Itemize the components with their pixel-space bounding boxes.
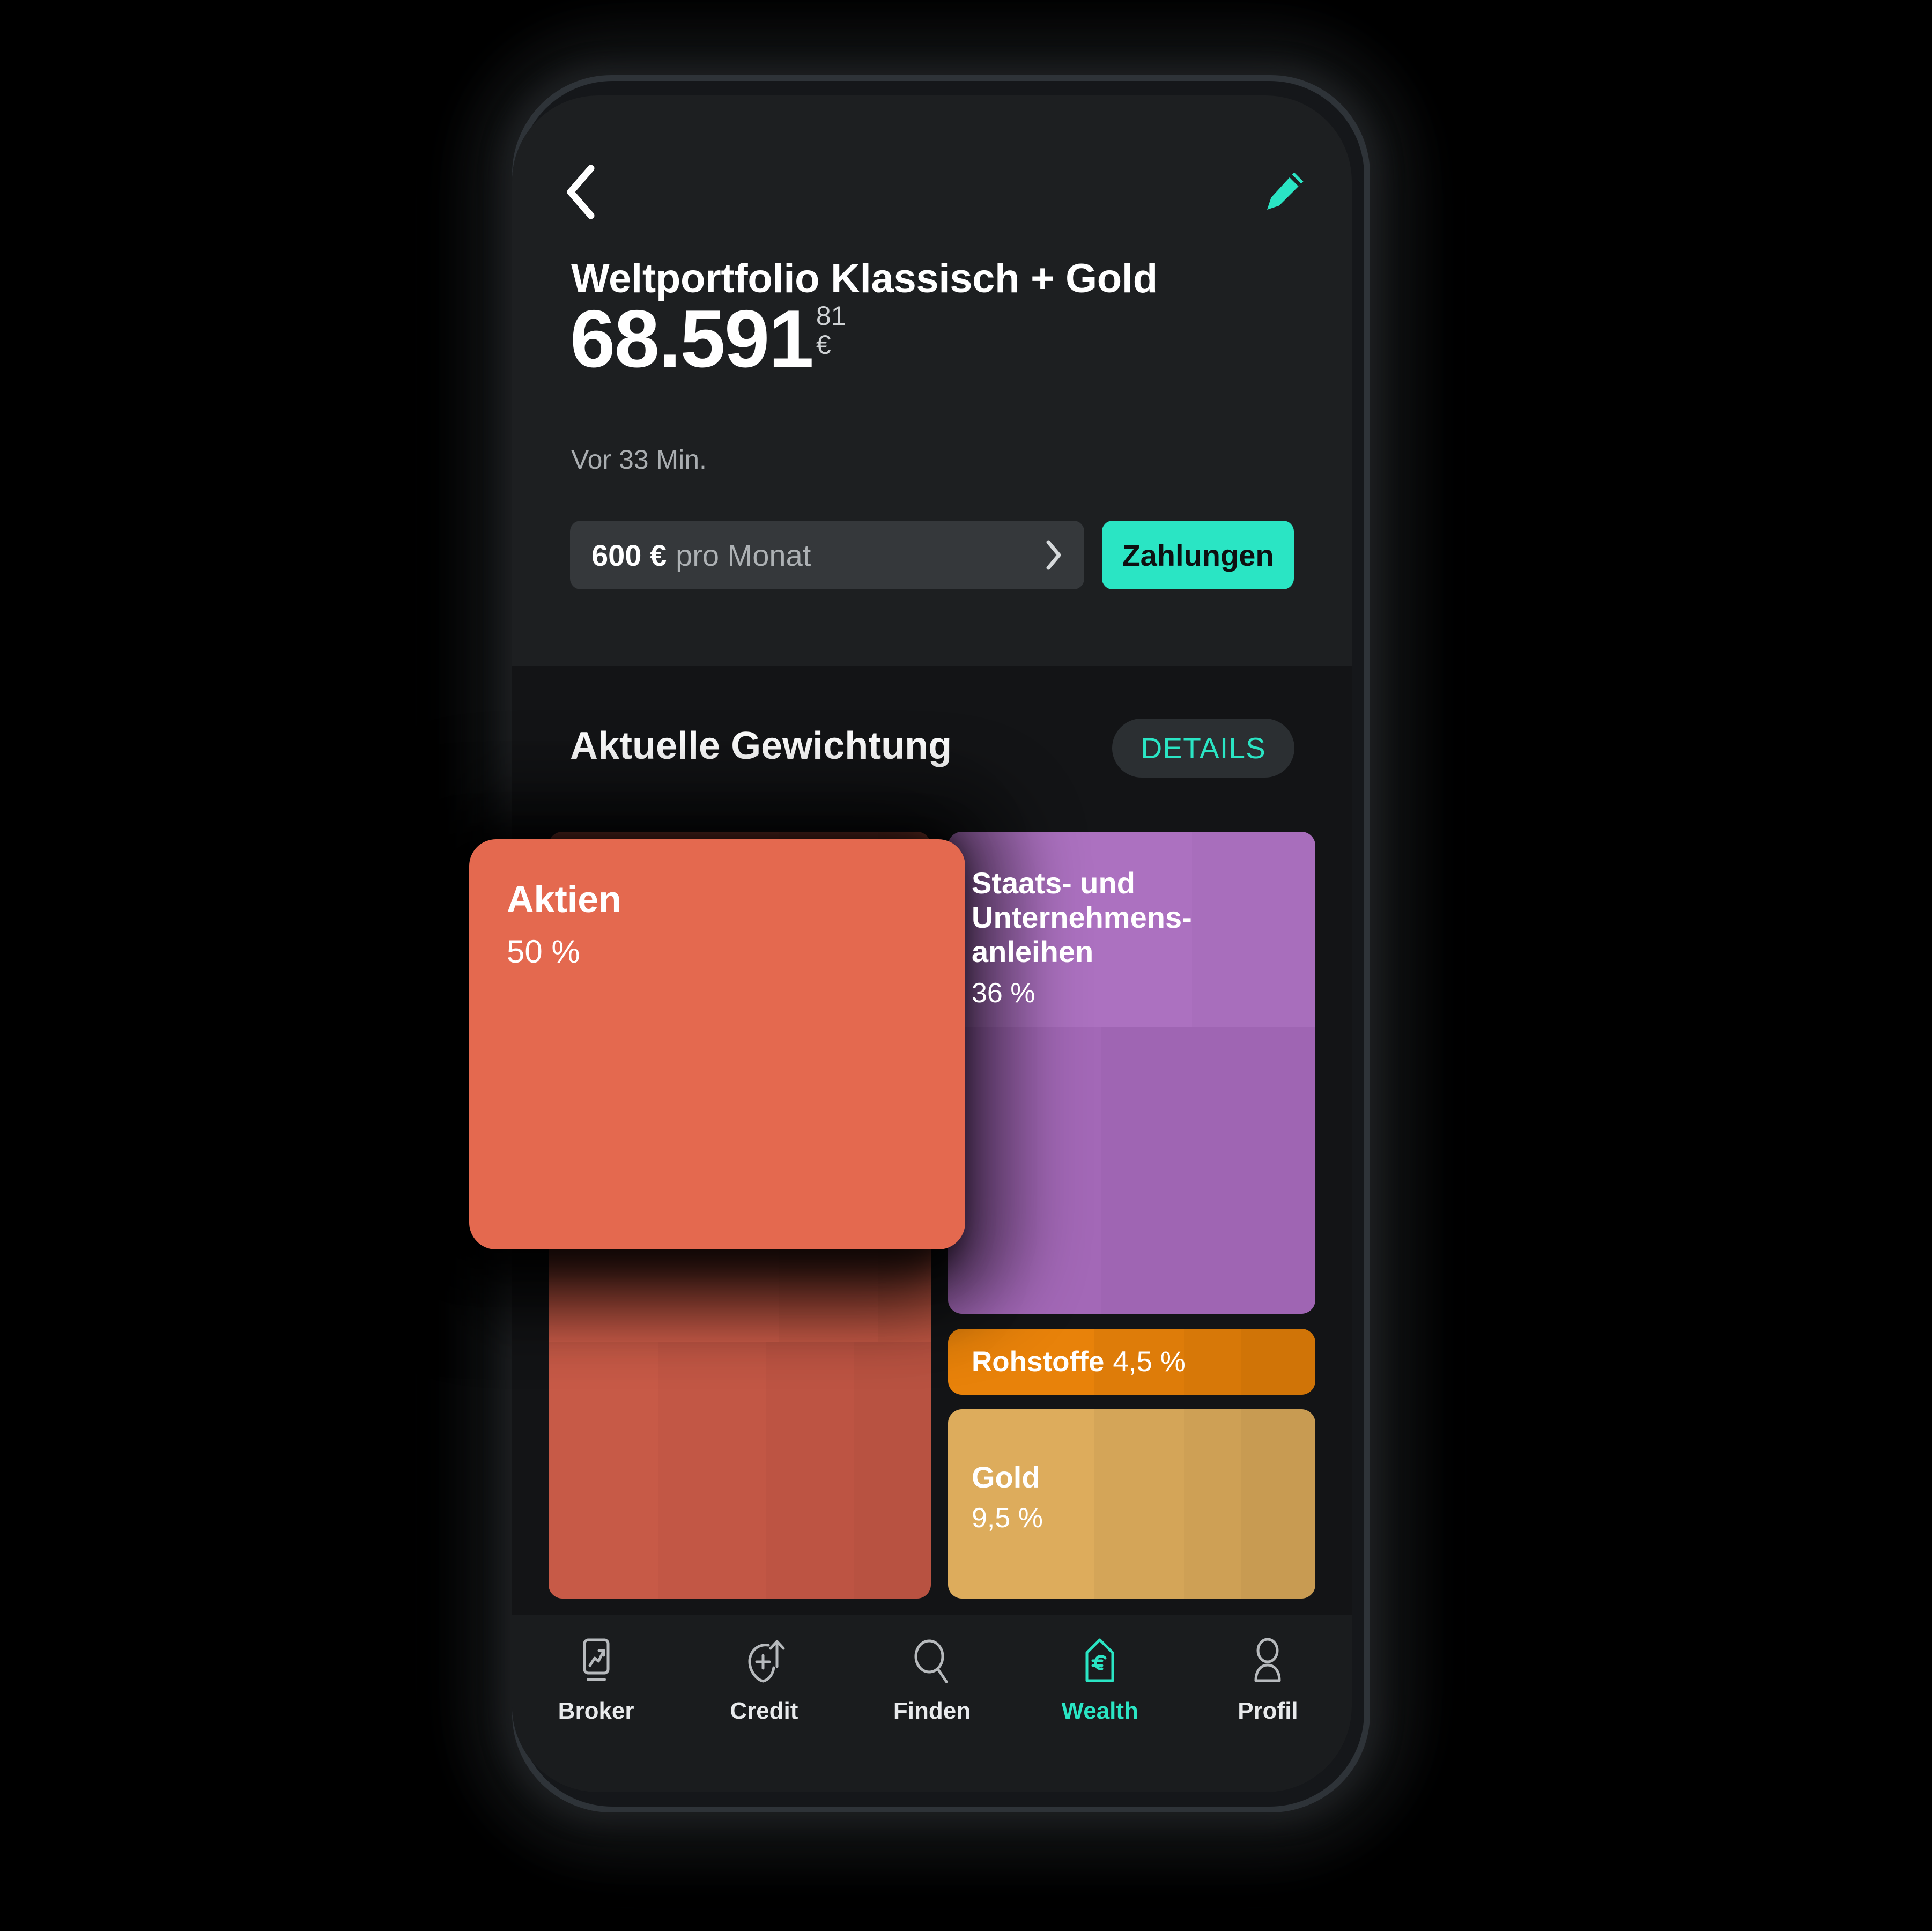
details-button[interactable]: DETAILS bbox=[1112, 719, 1294, 778]
tile-percentage: 50 % bbox=[507, 934, 580, 970]
euro-shield-icon bbox=[1076, 1636, 1123, 1689]
payments-button-label: Zahlungen bbox=[1122, 538, 1274, 572]
details-button-label: DETAILS bbox=[1141, 731, 1266, 765]
portfolio-header: Weltportfolio Klassisch + Gold 68.591 81… bbox=[512, 95, 1352, 666]
savings-plan-row[interactable]: 600 € pro Monat bbox=[570, 521, 1084, 589]
tab-label: Finden bbox=[893, 1698, 971, 1724]
plan-period: pro Monat bbox=[676, 538, 811, 572]
tab-finden[interactable]: Finden bbox=[848, 1636, 1016, 1725]
phone-chart-icon bbox=[573, 1636, 619, 1689]
subcell bbox=[1241, 1409, 1315, 1599]
back-button[interactable] bbox=[551, 160, 610, 224]
section-title: Aktuelle Gewichtung bbox=[570, 724, 952, 767]
balance-cents: 81 bbox=[816, 301, 846, 331]
treemap-tile-bonds[interactable]: Staats- und Unternehmens- anleihen 36 % bbox=[948, 832, 1315, 1314]
tab-label: Broker bbox=[558, 1698, 634, 1724]
tab-profil[interactable]: Profil bbox=[1184, 1636, 1352, 1725]
bottom-tab-bar: Broker Credit Finden Wealth Profil bbox=[512, 1615, 1352, 1792]
tab-label: Profil bbox=[1238, 1698, 1298, 1724]
tab-wealth[interactable]: Wealth bbox=[1016, 1636, 1184, 1725]
credit-plus-arrow-icon bbox=[738, 1636, 790, 1689]
balance-amount: 68.591 81 € bbox=[570, 295, 846, 383]
pencil-icon bbox=[1263, 169, 1307, 216]
tab-label: Credit bbox=[730, 1698, 798, 1724]
tab-credit[interactable]: Credit bbox=[680, 1636, 848, 1725]
tile-label-gold: Gold 9,5 % bbox=[972, 1460, 1043, 1534]
weighting-section-header: Aktuelle Gewichtung DETAILS bbox=[512, 666, 1352, 830]
last-updated-text: Vor 33 Min. bbox=[571, 445, 707, 475]
treemap-tile-aktien-floating[interactable]: Aktien 50 % bbox=[469, 839, 965, 1249]
plan-amount: 600 € bbox=[591, 538, 667, 572]
balance-fraction: 81 € bbox=[816, 302, 846, 358]
tile-label-bonds: Staats- und Unternehmens- anleihen 36 % bbox=[972, 866, 1192, 1009]
chevron-left-icon bbox=[564, 164, 596, 220]
treemap-tile-gold[interactable]: Gold 9,5 % bbox=[948, 1409, 1315, 1599]
tile-percentage: 4,5 % bbox=[1113, 1346, 1186, 1378]
tile-name: Rohstoffe bbox=[972, 1346, 1105, 1378]
subcell bbox=[1241, 1329, 1315, 1395]
navigation-bar bbox=[512, 154, 1352, 235]
edit-button[interactable] bbox=[1255, 161, 1314, 223]
subcell bbox=[854, 1342, 931, 1599]
chevron-right-icon bbox=[1045, 539, 1063, 571]
tile-label-commodities: Rohstoffe 4,5 % bbox=[972, 1329, 1186, 1395]
subcell bbox=[1192, 832, 1315, 1027]
balance-integer: 68.591 bbox=[570, 293, 814, 384]
search-icon bbox=[908, 1636, 956, 1689]
person-icon bbox=[1245, 1636, 1291, 1689]
tile-percentage: 36 % bbox=[972, 978, 1035, 1009]
header-actions: 600 € pro Monat Zahlungen bbox=[570, 521, 1294, 589]
treemap-tile-commodities[interactable]: Rohstoffe 4,5 % bbox=[948, 1329, 1315, 1395]
tile-name: Gold bbox=[972, 1460, 1040, 1494]
tab-broker[interactable]: Broker bbox=[512, 1636, 680, 1725]
balance-currency: € bbox=[816, 330, 831, 360]
tile-percentage: 9,5 % bbox=[972, 1503, 1043, 1534]
tab-label: Wealth bbox=[1061, 1698, 1138, 1724]
tile-name: Staats- und Unternehmens- anleihen bbox=[972, 866, 1192, 968]
subcell bbox=[1101, 1027, 1315, 1314]
payments-button[interactable]: Zahlungen bbox=[1102, 521, 1294, 589]
tile-name: Aktien bbox=[507, 878, 621, 920]
